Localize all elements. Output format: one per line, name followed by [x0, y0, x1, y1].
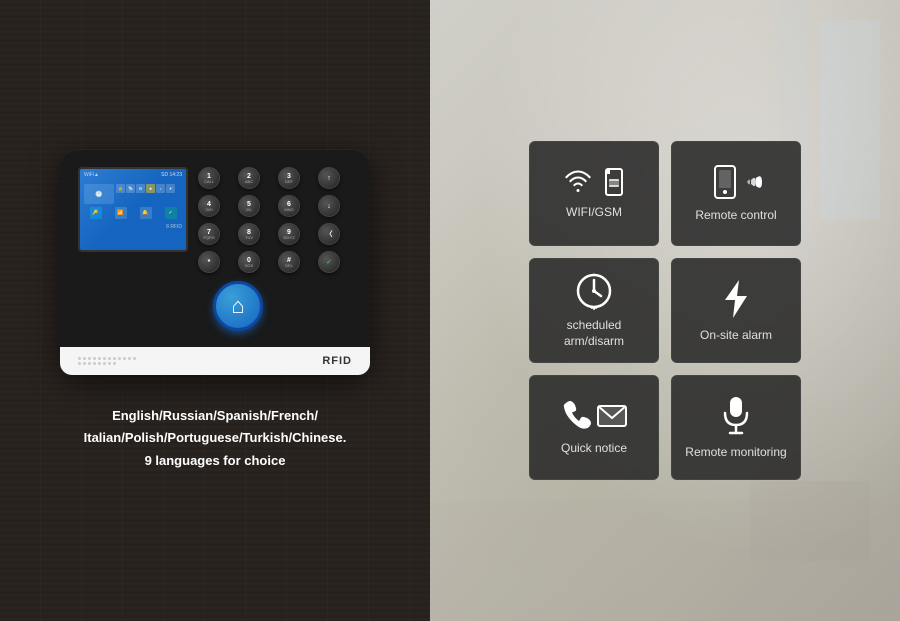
lightning-icon — [717, 278, 755, 320]
key-up[interactable]: ↑ — [318, 167, 340, 189]
key-down[interactable]: ↓ — [318, 195, 340, 217]
key-6[interactable]: 6MNO — [278, 195, 300, 217]
wifi-gsm-icons — [560, 167, 628, 197]
key-7[interactable]: 7PQRS — [198, 223, 220, 245]
key-0[interactable]: 0SOS — [238, 251, 260, 273]
home-button[interactable]: ⌂ — [213, 281, 263, 331]
lightning-icons — [717, 278, 755, 320]
key-1[interactable]: 1CALL — [198, 167, 220, 189]
feature-card-wifi-gsm: WIFI/GSM — [529, 141, 659, 246]
feature-grid: WIFI/GSM Remote control — [499, 111, 831, 510]
sim-icon — [600, 167, 628, 197]
feature-card-scheduled-arm: scheduled arm/disarm — [529, 258, 659, 363]
email-icon — [596, 402, 628, 430]
key-hash[interactable]: #DEL — [278, 251, 300, 273]
key-9[interactable]: 9WXYZ — [278, 223, 300, 245]
phone-icon — [710, 164, 740, 200]
feature-label-on-site-alarm: On-site alarm — [700, 328, 772, 344]
key-2[interactable]: 2ABC — [238, 167, 260, 189]
key-back[interactable]: 〈 — [318, 223, 340, 245]
feature-card-on-site-alarm: On-site alarm — [671, 258, 801, 363]
feature-card-remote-control: Remote control — [671, 141, 801, 246]
signal-waves-icon — [744, 167, 762, 197]
feature-label-remote-monitoring: Remote monitoring — [685, 445, 786, 461]
feature-label-scheduled-arm: scheduled arm/disarm — [542, 318, 646, 349]
remote-control-icons — [710, 164, 762, 200]
feature-label-remote-control: Remote control — [695, 208, 776, 224]
key-star[interactable]: * — [198, 251, 220, 273]
languages-text: English/Russian/Spanish/French/ Italian/… — [64, 405, 367, 471]
phone-handset-icon — [560, 399, 592, 433]
microphone-icons — [720, 395, 752, 437]
keypad: 1CALL 2ABC 3DEF ↑ 4GHI 5JKL 6MNO ↓ 7PQRS… — [198, 167, 352, 335]
phone-email-icons — [560, 399, 628, 433]
clock-icon — [575, 272, 613, 310]
key-3[interactable]: 3DEF — [278, 167, 300, 189]
feature-label-wifi-gsm: WIFI/GSM — [566, 205, 622, 221]
microphone-icon — [720, 395, 752, 437]
feature-card-remote-monitoring: Remote monitoring — [671, 375, 801, 480]
key-8[interactable]: 8TUV — [238, 223, 260, 245]
feature-label-quick-notice: Quick notice — [561, 441, 627, 457]
key-5[interactable]: 5JKL — [238, 195, 260, 217]
alarm-device: WiFi▲ SD 14:23 🕐 🔒 📡 ⚙ ★ ♪ ☀ — [60, 149, 370, 375]
wifi-icon — [560, 167, 596, 197]
device-bottom: RFID — [60, 347, 370, 375]
clock-icons — [575, 272, 613, 310]
right-panel: WIFI/GSM Remote control — [430, 0, 900, 621]
left-panel: WiFi▲ SD 14:23 🕐 🔒 📡 ⚙ ★ ♪ ☀ — [0, 0, 430, 621]
speaker-dots — [78, 357, 138, 365]
key-4[interactable]: 4GHI — [198, 195, 220, 217]
rfid-label: RFID — [322, 355, 352, 367]
lcd-screen: WiFi▲ SD 14:23 🕐 🔒 📡 ⚙ ★ ♪ ☀ — [78, 167, 188, 252]
feature-card-quick-notice: Quick notice — [529, 375, 659, 480]
key-confirm[interactable]: ✓ — [318, 251, 340, 273]
